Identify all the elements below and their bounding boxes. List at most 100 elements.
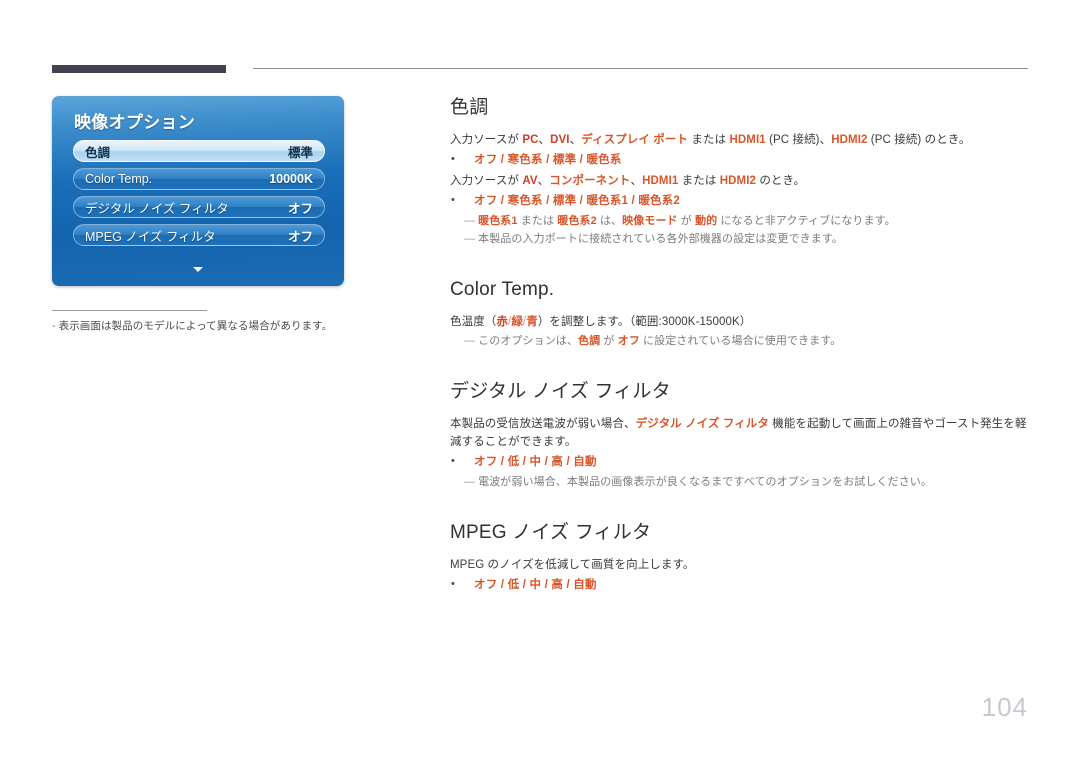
- header-rule-thin: [253, 68, 1028, 69]
- digital-noise-filter-line-1: 本製品の受信放送電波が弱い場合、デジタル ノイズ フィルタ 機能を起動して画面上…: [450, 415, 1028, 451]
- tint-line1-dvi: DVI: [550, 134, 570, 146]
- heading-mpeg-noise-filter: MPEG ノイズ フィルタ: [450, 522, 652, 543]
- tint-line2-hdmi2: HDMI2: [719, 175, 757, 187]
- right-column: 色調 入力ソースが PC、DVI、ディスプレイ ポート または HDMI1 (P…: [450, 96, 1028, 597]
- osd-row-color-temp-label: Color Temp.: [85, 172, 153, 186]
- color-temp-note-1-t5: に設定されている場合に使用できます。: [639, 335, 842, 347]
- tint-line1-b: または: [688, 134, 730, 146]
- left-note-dash: -: [52, 320, 56, 332]
- tint-line1-c2: 、: [569, 134, 582, 146]
- chevron-down-icon[interactable]: [193, 267, 203, 272]
- tint-line2-b: または: [678, 175, 720, 187]
- tint-line1-tail: のとき。: [921, 134, 971, 146]
- tint-note-1: ― 暖色系1 または 暖色系2 は、映像モード が 動的 になると非アクティブにな…: [464, 213, 1028, 230]
- list-item: オフ / 低 / 中 / 高 / 自動: [451, 452, 1028, 471]
- page-header-rules: [0, 0, 1080, 80]
- dnf-note-1-text: 電波が弱い場合、本製品の画像表示が良くなるまですべてのオプションをお試しください…: [478, 476, 932, 488]
- tint-note-1-t6: が: [677, 215, 696, 227]
- tint-line1-hdmi2: HDMI2: [831, 134, 868, 146]
- digital-noise-filter-note-1: ― 電波が弱い場合、本製品の画像表示が良くなるまですべてのオプションをお試しくださ…: [464, 474, 1028, 491]
- osd-panel-title: 映像オプション: [74, 113, 196, 132]
- color-temp-red: 赤: [496, 316, 509, 328]
- heading-color-temp: Color Temp.: [450, 279, 555, 300]
- color-temp-note-1-t1: このオプションは、: [478, 335, 579, 347]
- osd-menu-list: 色調 標準 Color Temp. 10000K デジタル ノイズ フィルタ オ…: [73, 140, 325, 252]
- dnf-options: オフ / 低 / 中 / 高 / 自動: [474, 456, 597, 468]
- tint-line2-av: AV: [522, 175, 538, 187]
- color-temp-line-1: 色温度（赤/緑/青）を調整します。（範囲:3000K-15000K）: [450, 313, 1028, 331]
- tint-note-1-t1: 暖色系1: [478, 215, 518, 227]
- tint-note-1-t5: 映像モード: [622, 215, 678, 227]
- osd-row-mpeg-noise-filter-label: MPEG ノイズ フィルタ: [85, 229, 216, 244]
- tint-line1-c3: 、: [819, 134, 832, 146]
- tint-note-2: ― 本製品の入力ポートに接続されている各外部機器の設定は変更できます。: [464, 231, 1028, 248]
- tint-line1-hdmi1: HDMI1: [729, 134, 766, 146]
- tint-note-1-emdash: ―: [464, 215, 476, 227]
- osd-row-tint[interactable]: 色調 標準: [73, 140, 325, 162]
- list-item: オフ / 低 / 中 / 高 / 自動: [451, 575, 1028, 594]
- osd-row-tint-value: 標準: [287, 145, 313, 160]
- tint-line1-display-port: ディスプレイ ポート: [581, 134, 689, 146]
- osd-row-digital-noise-filter-value: オフ: [287, 201, 313, 216]
- tint-source-line-1: 入力ソースが PC、DVI、ディスプレイ ポート または HDMI1 (PC 接…: [450, 131, 1028, 149]
- tint-note-1-t7: 動的: [695, 215, 718, 227]
- color-temp-line1-b: ）を調整します。（範囲:3000K-15000K）: [537, 316, 752, 328]
- tint-options-list-2: オフ / 寒色系 / 標準 / 暖色系1 / 暖色系2: [450, 191, 1028, 210]
- osd-row-digital-noise-filter[interactable]: デジタル ノイズ フィルタ オフ: [73, 196, 325, 218]
- tint-line1-hdmi2-suffix: (PC 接続): [867, 134, 922, 146]
- dnf-line1-a: 本製品の受信放送電波が弱い場合、: [450, 418, 636, 430]
- tint-note-1-t3: 暖色系2: [557, 215, 597, 227]
- heading-tint: 色調: [450, 97, 489, 118]
- mpeg-options: オフ / 低 / 中 / 高 / 自動: [474, 579, 597, 591]
- tint-line2-component: コンポーネント: [549, 175, 631, 187]
- tint-line2-c1: 、: [537, 175, 550, 187]
- tint-line1-pc: PC: [522, 134, 539, 146]
- color-temp-note-1-t2: 色調: [578, 335, 601, 347]
- tint-line2-c2: 、: [630, 175, 643, 187]
- color-temp-note-1: ― このオプションは、色調 が オフ に設定されている場合に使用できます。: [464, 333, 1028, 350]
- osd-row-mpeg-noise-filter[interactable]: MPEG ノイズ フィルタ オフ: [73, 224, 325, 246]
- tint-options-1: オフ / 寒色系 / 標準 / 暖色系: [474, 154, 622, 166]
- mpeg-noise-filter-line-1: MPEG のノイズを低減して画質を向上します。: [450, 559, 695, 571]
- color-temp-note-1-t3: が: [600, 335, 618, 347]
- osd-row-color-temp[interactable]: Color Temp. 10000K: [73, 168, 325, 190]
- tint-source-line-2: 入力ソースが AV、コンポーネント、HDMI1 または HDMI2 のとき。: [450, 172, 1028, 190]
- osd-picture-options-panel: 映像オプション 色調 標準 Color Temp. 10000K デジタル ノイ…: [52, 96, 344, 286]
- tint-line1-c1: 、: [538, 134, 551, 146]
- page-number: 104: [981, 692, 1028, 722]
- osd-row-color-temp-value: 10000K: [269, 172, 313, 186]
- tint-note-1-t2: または: [517, 215, 558, 227]
- left-note-text: 表示画面は製品のモデルによって異なる場合があります。: [58, 320, 333, 332]
- list-item: オフ / 寒色系 / 標準 / 暖色系: [451, 150, 1028, 169]
- mpeg-noise-filter-options-list: オフ / 低 / 中 / 高 / 自動: [450, 575, 1028, 594]
- osd-row-tint-label: 色調: [85, 145, 111, 160]
- left-note: - 表示画面は製品のモデルによって異なる場合があります。: [52, 319, 344, 333]
- osd-scroll-down-area[interactable]: [52, 265, 344, 274]
- digital-noise-filter-options-list: オフ / 低 / 中 / 高 / 自動: [450, 452, 1028, 471]
- color-temp-note-1-t4: オフ: [617, 335, 640, 347]
- tint-options-2: オフ / 寒色系 / 標準 / 暖色系1 / 暖色系2: [474, 195, 681, 207]
- color-temp-blue: 青: [526, 316, 538, 328]
- left-note-divider: [52, 310, 207, 311]
- osd-row-mpeg-noise-filter-value: オフ: [287, 229, 313, 244]
- list-item: オフ / 寒色系 / 標準 / 暖色系1 / 暖色系2: [451, 191, 1028, 210]
- tint-line1-a: 入力ソースが: [450, 134, 523, 146]
- osd-row-digital-noise-filter-label: デジタル ノイズ フィルタ: [85, 201, 229, 216]
- tint-note-2-text: 本製品の入力ポートに接続されている各外部機器の設定は変更できます。: [478, 233, 843, 245]
- tint-line2-hdmi1: HDMI1: [642, 175, 679, 187]
- tint-note-1-t8: になると非アクティブになります。: [717, 215, 896, 227]
- color-temp-green: 緑: [511, 316, 523, 328]
- left-column: 映像オプション 色調 標準 Color Temp. 10000K デジタル ノイ…: [52, 96, 344, 333]
- header-rule-thick: [52, 65, 226, 73]
- dnf-note-1-emdash: ―: [464, 476, 476, 488]
- tint-line2-tail: のとき。: [756, 175, 806, 187]
- color-temp-line1-a: 色温度（: [450, 316, 497, 328]
- tint-note-2-emdash: ―: [464, 233, 476, 245]
- tint-options-list-1: オフ / 寒色系 / 標準 / 暖色系: [450, 150, 1028, 169]
- color-temp-note-1-emdash: ―: [464, 335, 476, 347]
- heading-digital-noise-filter: デジタル ノイズ フィルタ: [450, 381, 671, 402]
- tint-line2-a: 入力ソースが: [450, 175, 523, 187]
- dnf-line1-term: デジタル ノイズ フィルタ: [635, 418, 769, 430]
- tint-line1-hdmi1-suffix: (PC 接続): [765, 134, 820, 146]
- tint-note-1-t4: は、: [596, 215, 623, 227]
